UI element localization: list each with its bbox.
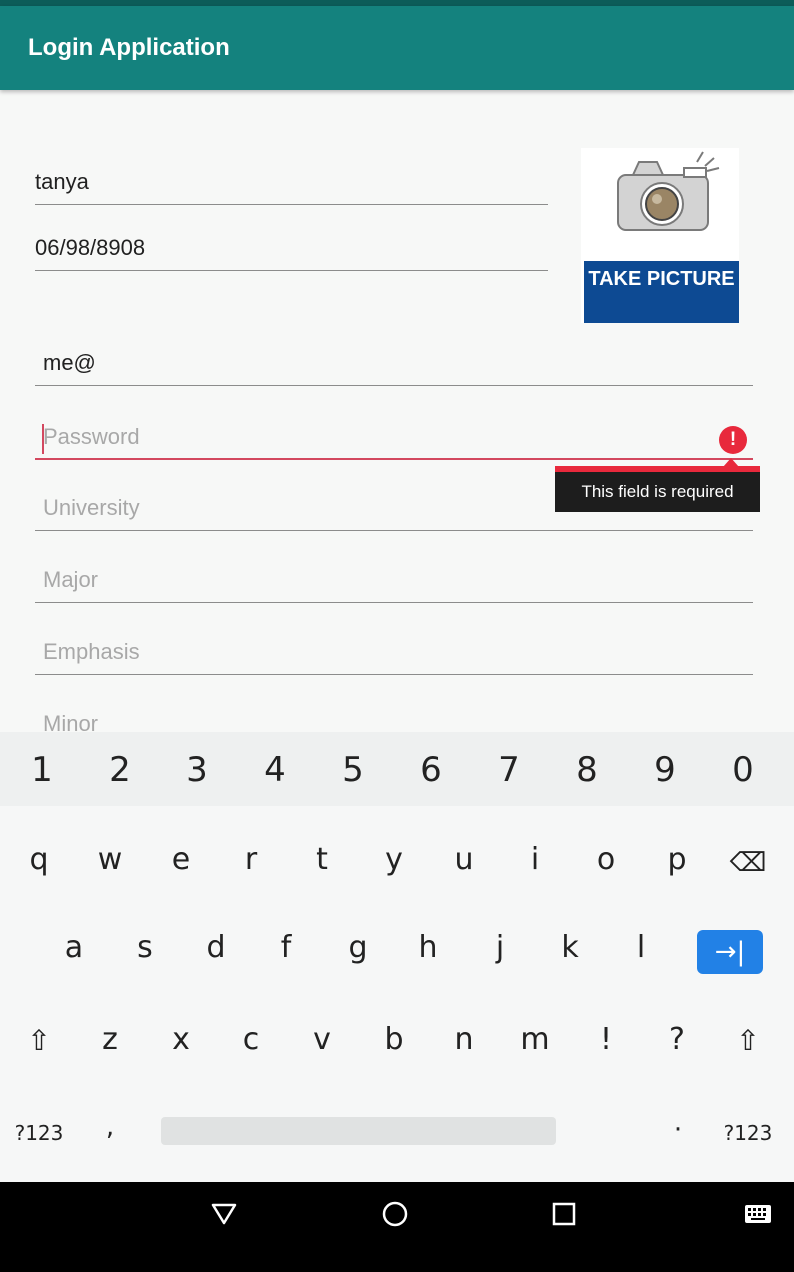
major-underline (35, 602, 753, 603)
emphasis-underline (35, 674, 753, 675)
space-key[interactable] (161, 1117, 556, 1145)
error-message: This field is required (555, 472, 760, 512)
key-6[interactable]: 6 (401, 750, 461, 790)
recents-icon[interactable] (552, 1202, 576, 1226)
home-icon[interactable] (381, 1200, 409, 1228)
birthdate-underline (35, 270, 548, 271)
shift-key-right[interactable]: ⇧ (727, 1024, 769, 1057)
shift-key-left[interactable]: ⇧ (18, 1024, 60, 1057)
key-l[interactable]: l (611, 930, 671, 965)
key-s[interactable]: s (115, 930, 175, 965)
key-d[interactable]: d (186, 930, 246, 965)
key-7[interactable]: 7 (479, 750, 539, 790)
key-o[interactable]: o (576, 842, 636, 877)
email-underline (35, 385, 753, 386)
key-a[interactable]: a (44, 930, 104, 965)
emphasis-placeholder: Emphasis (43, 639, 140, 664)
backspace-icon: ⌫ (729, 848, 767, 878)
major-placeholder: Major (43, 567, 99, 592)
minor-placeholder: Minor (43, 711, 99, 732)
key-m[interactable]: m (505, 1022, 565, 1057)
key-g[interactable]: g (328, 930, 388, 965)
backspace-key[interactable]: ⌫ (727, 848, 769, 878)
key-n[interactable]: n (434, 1022, 494, 1057)
take-picture-button[interactable]: TAKE PICTURE (581, 148, 739, 323)
password-field[interactable]: Password ! (35, 410, 753, 460)
password-placeholder: Password (43, 424, 140, 449)
next-key[interactable]: →| (697, 930, 763, 974)
symbols-key-right[interactable]: ?123 (718, 1121, 778, 1145)
error-tooltip: This field is required (555, 458, 760, 516)
password-underline (35, 458, 753, 460)
key-4[interactable]: 4 (245, 750, 305, 790)
back-icon[interactable] (211, 1201, 237, 1227)
tab-next-icon: →| (714, 937, 746, 967)
key-p[interactable]: p (647, 842, 707, 877)
key-question[interactable]: ? (647, 1022, 707, 1057)
key-9[interactable]: 9 (635, 750, 695, 790)
key-k[interactable]: k (540, 930, 600, 965)
key-5[interactable]: 5 (323, 750, 383, 790)
key-u[interactable]: u (434, 842, 494, 877)
form-content: tanya 06/98/8908 TAKE PICTURE me@ Passwo… (0, 90, 794, 732)
key-v[interactable]: v (292, 1022, 352, 1057)
key-z[interactable]: z (80, 1022, 140, 1057)
screen: Login Application tanya 06/98/8908 TAKE … (0, 0, 794, 1272)
key-1[interactable]: 1 (12, 750, 72, 790)
symbols-key-left[interactable]: ?123 (10, 1121, 68, 1145)
navigation-bar (0, 1182, 794, 1272)
camera-icon (617, 151, 720, 231)
key-h[interactable]: h (398, 930, 458, 965)
key-c[interactable]: c (221, 1022, 281, 1057)
key-0[interactable]: 0 (713, 750, 773, 790)
email-value: me@ (43, 350, 96, 375)
app-title: Login Application (28, 34, 230, 61)
key-y[interactable]: y (364, 842, 424, 877)
university-placeholder: University (43, 495, 140, 520)
key-2[interactable]: 2 (90, 750, 150, 790)
emphasis-field[interactable]: Emphasis (35, 625, 753, 675)
error-icon[interactable]: ! (719, 426, 747, 454)
university-underline (35, 530, 753, 531)
key-w[interactable]: w (80, 842, 140, 877)
shift-icon: ⇧ (27, 1024, 51, 1057)
shift-icon: ⇧ (736, 1024, 760, 1057)
number-row: 1 2 3 4 5 6 7 8 9 0 (0, 732, 794, 806)
key-j[interactable]: j (470, 930, 530, 965)
key-q[interactable]: q (9, 842, 69, 877)
comma-key[interactable]: , (95, 1112, 125, 1142)
key-exclamation[interactable]: ! (576, 1022, 636, 1057)
key-e[interactable]: e (151, 842, 211, 877)
key-r[interactable]: r (221, 842, 281, 877)
app-bar: Login Application (0, 6, 794, 90)
soft-keyboard: 1 2 3 4 5 6 7 8 9 0 q w e r t y u i o p … (0, 732, 794, 1182)
keyboard-switch-icon[interactable] (744, 1204, 772, 1224)
email-field[interactable]: me@ (35, 336, 753, 386)
name-value: tanya (35, 169, 89, 194)
period-key[interactable]: · (663, 1115, 693, 1145)
minor-field[interactable]: Minor (35, 697, 753, 732)
name-field[interactable]: tanya (35, 155, 548, 205)
take-picture-label: TAKE PICTURE (584, 261, 739, 323)
key-3[interactable]: 3 (167, 750, 227, 790)
major-field[interactable]: Major (35, 553, 753, 603)
key-f[interactable]: f (256, 930, 316, 965)
birthdate-value: 06/98/8908 (35, 235, 146, 260)
key-b[interactable]: b (364, 1022, 424, 1057)
key-i[interactable]: i (505, 842, 565, 877)
key-8[interactable]: 8 (557, 750, 617, 790)
key-t[interactable]: t (292, 842, 352, 877)
key-x[interactable]: x (151, 1022, 211, 1057)
name-underline (35, 204, 548, 205)
birthdate-field[interactable]: 06/98/8908 (35, 221, 548, 271)
